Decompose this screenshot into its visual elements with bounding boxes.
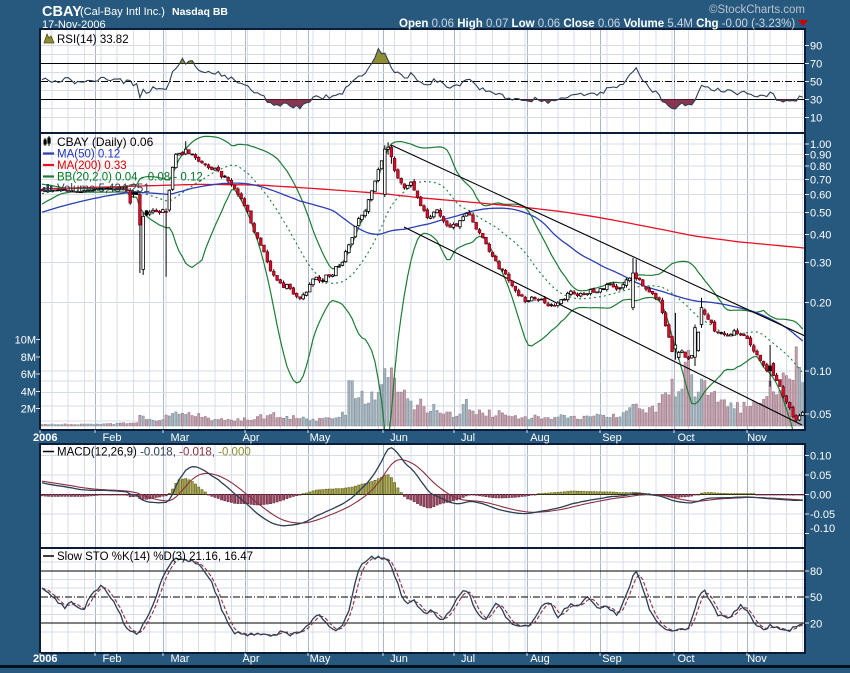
svg-text:-0.05: -0.05 (810, 509, 835, 521)
svg-text:Sep: Sep (602, 653, 622, 665)
svg-text:Aug: Aug (530, 432, 550, 444)
svg-text:50: 50 (810, 592, 822, 604)
svg-text:Feb: Feb (103, 653, 122, 665)
svg-text:10: 10 (810, 112, 822, 124)
svg-text:0.10: 0.10 (810, 366, 831, 378)
svg-text:70: 70 (810, 58, 822, 70)
svg-text:-0.10: -0.10 (810, 523, 835, 535)
svg-text:MA(200) 0.33: MA(200) 0.33 (57, 160, 127, 172)
svg-text:Volume 5,434,251: Volume 5,434,251 (57, 183, 150, 195)
svg-text:0.20: 0.20 (810, 298, 831, 310)
svg-text:2006: 2006 (33, 653, 57, 665)
svg-text:20: 20 (810, 618, 822, 630)
svg-text:Oct: Oct (677, 653, 694, 665)
svg-text:Aug: Aug (530, 653, 550, 665)
svg-text:90: 90 (810, 40, 822, 52)
svg-text:May: May (310, 653, 331, 665)
svg-text:0.40: 0.40 (810, 229, 831, 241)
svg-text:8M: 8M (21, 352, 36, 364)
svg-text:CBAY (Daily) 0.06: CBAY (Daily) 0.06 (57, 135, 154, 149)
svg-text:30: 30 (810, 94, 822, 106)
svg-text:0.90: 0.90 (810, 150, 831, 162)
svg-text:0.80: 0.80 (810, 161, 831, 173)
svg-text:Nasdaq BB: Nasdaq BB (172, 6, 228, 18)
svg-text:Slow STO %K(14) %D(3) 21.16, 1: Slow STO %K(14) %D(3) 21.16, 16.47 (57, 551, 253, 563)
svg-text:0.05: 0.05 (810, 409, 831, 421)
svg-text:Mar: Mar (171, 432, 190, 444)
svg-text:0.10: 0.10 (810, 450, 831, 462)
svg-text:Feb: Feb (103, 432, 122, 444)
svg-text:Apr: Apr (242, 432, 259, 444)
svg-text:17-Nov-2006: 17-Nov-2006 (42, 19, 106, 31)
svg-text:0.50: 0.50 (810, 207, 831, 219)
svg-text:(Cal-Bay Intl Inc.): (Cal-Bay Intl Inc.) (80, 6, 165, 18)
svg-text:Jul: Jul (461, 653, 475, 665)
svg-text:80: 80 (810, 566, 822, 578)
svg-text:0.70: 0.70 (810, 174, 831, 186)
svg-text:Oct: Oct (677, 432, 694, 444)
svg-text:Jun: Jun (390, 432, 408, 444)
svg-text:May: May (310, 432, 331, 444)
svg-text:0.05: 0.05 (810, 470, 831, 482)
svg-text:Jul: Jul (461, 432, 475, 444)
svg-text:MA(50) 0.12: MA(50) 0.12 (57, 149, 120, 161)
svg-text:2M: 2M (21, 404, 36, 416)
svg-text:6M: 6M (21, 369, 36, 381)
svg-text:©StockCharts.com: ©StockCharts.com (709, 4, 805, 16)
svg-text:Apr: Apr (242, 653, 259, 665)
svg-text:Nov: Nov (747, 432, 767, 444)
svg-text:2006: 2006 (33, 432, 57, 444)
svg-text:4M: 4M (21, 386, 36, 398)
svg-text:Open 0.06 High 0.07 Low 0.06 C: Open 0.06 High 0.07 Low 0.06 Close 0.06 … (399, 18, 795, 30)
svg-text:Jun: Jun (390, 653, 408, 665)
svg-text:Nov: Nov (747, 653, 767, 665)
svg-text:0.60: 0.60 (810, 189, 831, 201)
svg-text:BB(20,2.0) 0.04 - 0.08 - 0.12: BB(20,2.0) 0.04 - 0.08 - 0.12 (57, 172, 203, 184)
svg-text:50: 50 (810, 76, 822, 88)
svg-text:10M: 10M (15, 335, 36, 347)
svg-text:Sep: Sep (602, 432, 622, 444)
svg-text:MACD(12,26,9) -0.018, -0.018,: MACD(12,26,9) -0.018, -0.018, -0.000 (57, 447, 251, 459)
svg-text:0.30: 0.30 (810, 258, 831, 270)
svg-text:RSI(14) 33.82: RSI(14) 33.82 (57, 34, 129, 46)
svg-text:CBAY: CBAY (42, 4, 82, 20)
svg-text:Mar: Mar (171, 653, 190, 665)
svg-text:0.00: 0.00 (810, 489, 831, 501)
